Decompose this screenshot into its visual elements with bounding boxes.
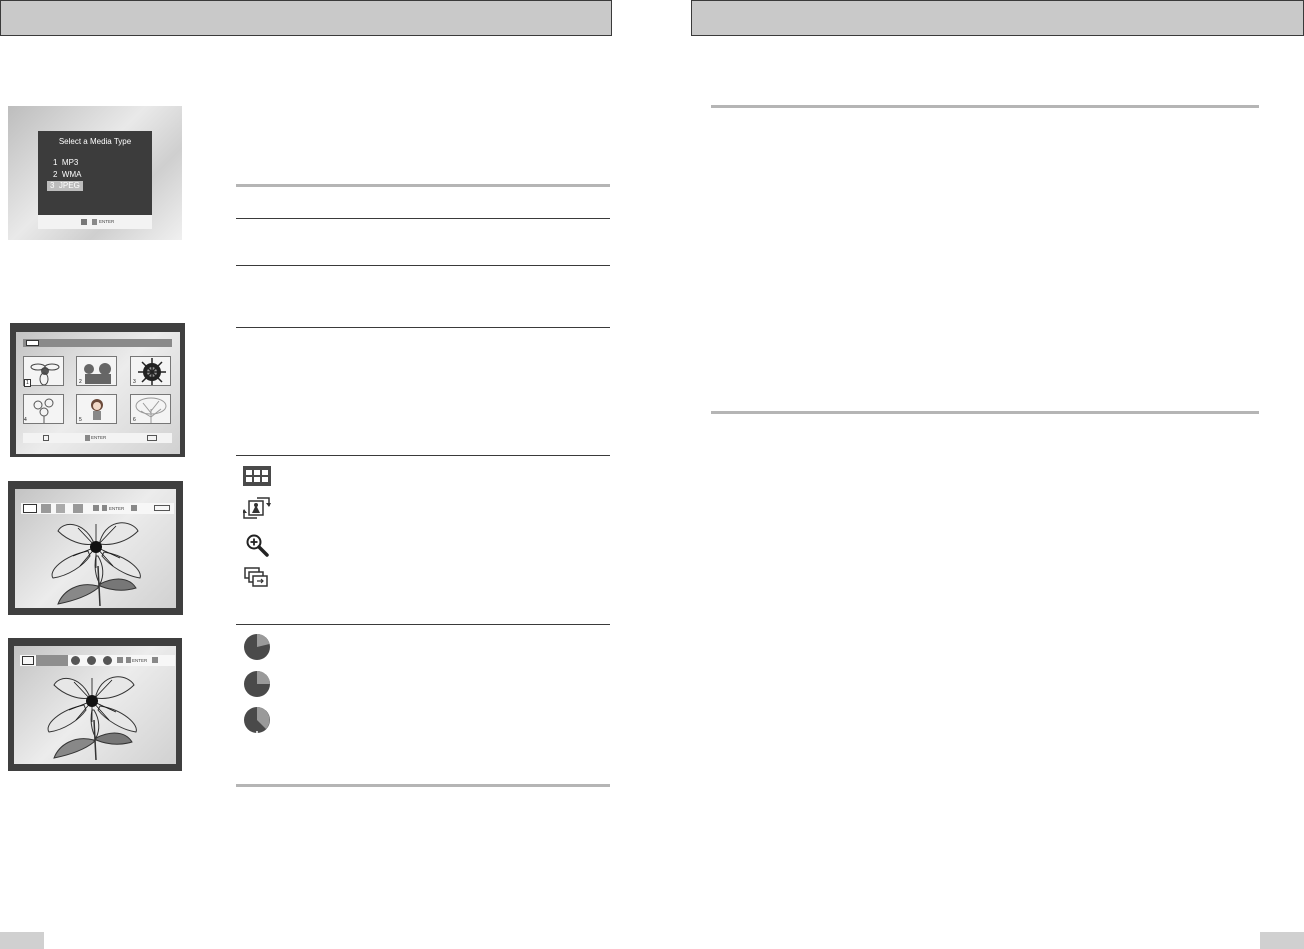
menu-footer: ENTER	[38, 215, 152, 229]
enter-icon	[102, 505, 107, 511]
section-rule	[711, 105, 1259, 108]
enter-label: ENTER	[132, 658, 148, 663]
right-page-number-tab	[1260, 932, 1304, 949]
tree-image	[135, 397, 167, 423]
section-rule	[236, 784, 610, 787]
picture-menu-bar: ENTER	[21, 503, 174, 514]
thumbnail-number: 6	[133, 417, 136, 423]
section-rule	[711, 411, 1259, 414]
menu-option-label: JPEG	[58, 181, 80, 190]
rotate-icon[interactable]	[41, 504, 51, 513]
thumbnail-number: 2	[79, 379, 82, 385]
section-rule	[236, 455, 610, 456]
slideshow-menu-bar: ENTER	[20, 655, 175, 666]
enter-icon	[126, 657, 131, 663]
right-header-bar	[691, 0, 1304, 36]
slow-speed-icon	[244, 634, 270, 660]
return-icon	[81, 219, 87, 225]
menu-option-jpeg[interactable]: 3 JPEG	[47, 181, 83, 191]
navigate-icon	[93, 505, 99, 511]
thumbnail-6[interactable]	[130, 394, 171, 424]
enter-label: ENTER	[109, 506, 125, 511]
section-rule	[236, 327, 610, 328]
normal-speed-icon[interactable]	[87, 656, 96, 665]
fast-speed-icon	[244, 707, 270, 733]
menu-icon	[154, 505, 170, 511]
slideshow-screen: ENTER	[8, 638, 182, 771]
menu-title: Select a Media Type	[58, 137, 132, 146]
thumbnail-4[interactable]	[23, 394, 64, 424]
slideshow-icon[interactable]	[73, 504, 83, 513]
thumbnail-number: 1	[24, 379, 31, 387]
menu-bar-screen: ENTER	[8, 481, 183, 615]
flower-image	[47, 676, 137, 760]
move-icon	[43, 435, 49, 441]
enter-icon	[92, 219, 97, 225]
flowers-image	[33, 398, 54, 423]
zoom-icon[interactable]	[56, 504, 65, 513]
zoom-icon	[246, 534, 269, 557]
thumbnail-footer: ENTER	[23, 433, 172, 443]
slideshow-icon	[244, 567, 268, 587]
menu-option-label: WMA	[61, 170, 82, 179]
thumbnail-grid-icon	[243, 466, 271, 486]
menu-option-label: MP3	[61, 158, 79, 167]
left-page-number-tab	[0, 932, 44, 949]
thumbnail-grid-icon[interactable]	[23, 504, 37, 513]
menu-option-mp3[interactable]: 1 MP3	[50, 158, 81, 168]
navigate-icon	[117, 657, 123, 663]
menu-option-number: 2	[53, 170, 58, 179]
thumbnail-5[interactable]	[76, 394, 117, 424]
thumbnail-2[interactable]	[76, 356, 117, 386]
girl-image	[91, 399, 103, 420]
thumbnail-grid-icon	[26, 340, 39, 346]
slideshow-icon[interactable]	[22, 656, 34, 665]
flower-image	[51, 522, 141, 606]
menu-option-number: 1	[53, 158, 58, 167]
thumbnail-3[interactable]	[130, 356, 171, 386]
enter-label: ENTER	[91, 435, 107, 440]
thumbnail-title-bar	[23, 339, 172, 347]
enter-icon	[85, 435, 90, 441]
thumbnail-number: 5	[79, 417, 82, 423]
section-rule	[236, 184, 610, 187]
left-header-bar	[0, 0, 612, 36]
media-type-menu: Select a Media Type 1 MP3 2 WMA 3 JPEG	[38, 131, 152, 215]
menu-icon	[147, 435, 157, 441]
section-rule	[236, 624, 610, 625]
slow-speed-icon[interactable]	[71, 656, 80, 665]
sun-image	[138, 358, 166, 385]
menu-option-number: 3	[50, 181, 55, 190]
section-rule	[236, 218, 610, 219]
return-icon	[131, 505, 137, 511]
fast-speed-icon[interactable]	[103, 656, 112, 665]
speed-bar	[36, 655, 68, 666]
normal-speed-icon	[244, 671, 270, 697]
thumbnail-number: 4	[24, 417, 27, 423]
enter-label: ENTER	[99, 219, 115, 224]
return-icon	[152, 657, 158, 663]
cartoon-image	[84, 363, 111, 384]
menu-option-wma[interactable]: 2 WMA	[50, 170, 84, 180]
media-type-screen: Select a Media Type 1 MP3 2 WMA 3 JPEG E…	[8, 106, 182, 240]
section-rule	[236, 265, 610, 266]
thumbnail-number: 3	[133, 379, 136, 385]
thumbnail-screen: 1 2 3 4 5 6 ENTER	[10, 323, 185, 457]
rotate-icon	[243, 497, 271, 519]
